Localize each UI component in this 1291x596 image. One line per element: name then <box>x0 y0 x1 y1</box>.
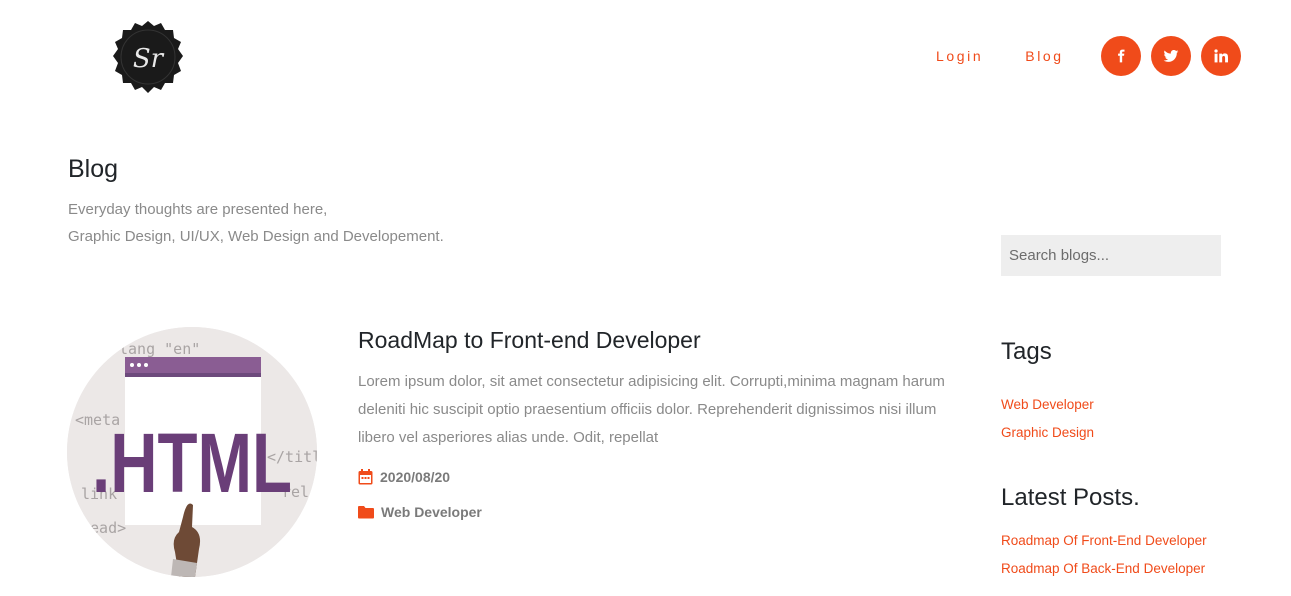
facebook-icon <box>1118 49 1125 63</box>
search-input[interactable] <box>1001 235 1221 276</box>
post-date: 2020/08/20 <box>358 469 450 485</box>
tags-heading: Tags <box>1001 338 1052 365</box>
twitter-icon <box>1163 50 1179 62</box>
post-title[interactable]: RoadMap to Front-end Developer <box>358 325 701 355</box>
twitter-button[interactable] <box>1151 36 1191 76</box>
nav-blog-link[interactable]: Blog <box>1025 46 1063 66</box>
main-nav: Login Blog <box>936 46 1064 66</box>
nav-login-link[interactable]: Login <box>936 46 983 66</box>
page-title: Blog <box>68 155 119 183</box>
folder-icon <box>358 506 374 519</box>
calendar-icon <box>358 469 373 485</box>
post-category[interactable]: Web Developer <box>358 504 482 520</box>
post-thumbnail[interactable]: lang "en" <meta </title link rel head> .… <box>67 327 317 577</box>
linkedin-button[interactable] <box>1201 36 1241 76</box>
facebook-button[interactable] <box>1101 36 1141 76</box>
logo-text: Sr <box>133 44 165 74</box>
linkedin-icon <box>1214 49 1228 63</box>
tag-link-web-developer[interactable]: Web Developer <box>1001 396 1094 414</box>
html-logo-text: .HTML <box>92 416 292 510</box>
page: Sr Login Blog Blog Everyday thoughts are… <box>0 0 1291 596</box>
social-links <box>1101 36 1241 76</box>
tag-link-graphic-design[interactable]: Graphic Design <box>1001 424 1094 442</box>
latest-posts-heading: Latest Posts. <box>1001 484 1140 511</box>
latest-post-link-frontend[interactable]: Roadmap Of Front-End Developer <box>1001 532 1207 550</box>
intro-line-1: Everyday thoughts are presented here, <box>68 201 328 218</box>
intro-text: Everyday thoughts are presented here, Gr… <box>68 196 444 250</box>
intro-line-2: Graphic Design, UI/UX, Web Design and De… <box>68 228 444 245</box>
site-logo[interactable]: Sr <box>111 20 185 94</box>
latest-post-link-backend[interactable]: Roadmap Of Back-End Developer <box>1001 560 1205 578</box>
svg-text:head>: head> <box>81 519 126 537</box>
post-excerpt: Lorem ipsum dolor, sit amet consectetur … <box>358 373 945 446</box>
svg-text:lang "en": lang "en" <box>119 340 200 358</box>
post-date-text: 2020/08/20 <box>380 469 451 485</box>
post-category-text: Web Developer <box>381 504 482 520</box>
